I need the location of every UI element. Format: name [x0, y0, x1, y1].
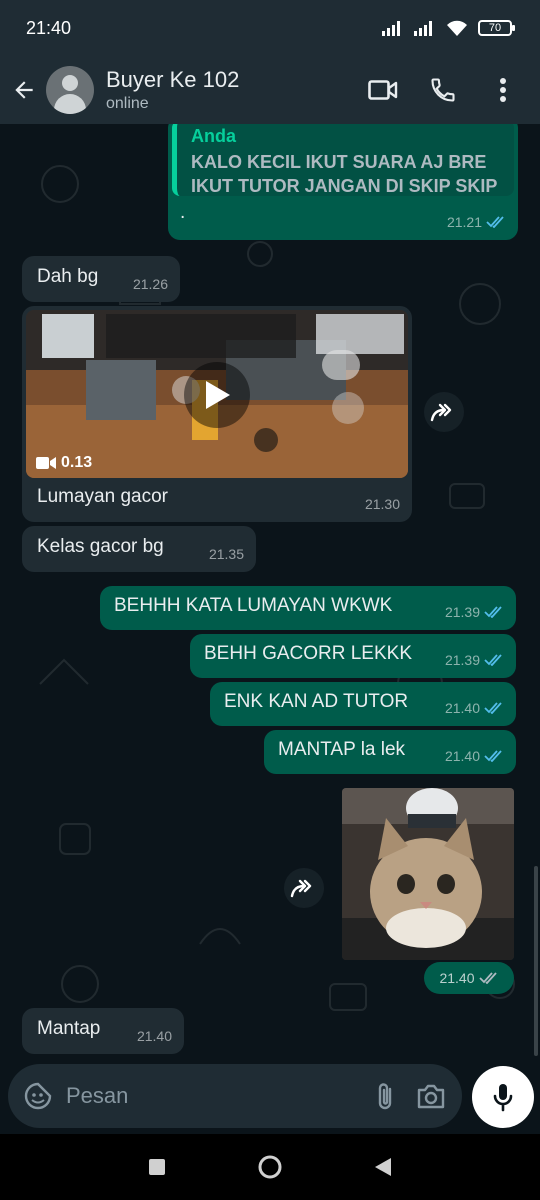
- message-incoming[interactable]: Kelas gacor bg 21.35: [22, 526, 256, 572]
- status-icons: 70: [382, 19, 515, 37]
- read-double-tick-icon: [484, 750, 502, 762]
- read-double-tick-icon: [484, 606, 502, 618]
- circle-icon: [258, 1155, 282, 1179]
- message-text: ENK KAN AD TUTOR: [224, 691, 409, 712]
- message-time: 21.39: [444, 652, 480, 668]
- back-nav-button[interactable]: [363, 1147, 403, 1187]
- forward-icon: [290, 879, 312, 898]
- message-text: BEHH GACORR LEKKK: [204, 643, 412, 664]
- message-time: 21.40: [444, 700, 480, 716]
- contact-name: Buyer Ke 102: [106, 67, 240, 92]
- forward-icon: [430, 403, 452, 422]
- message-input[interactable]: Pesan: [66, 1083, 362, 1109]
- video-duration: 0.13: [36, 454, 92, 472]
- message-time: 21.21: [446, 214, 482, 230]
- cat-photo: [342, 788, 514, 960]
- message-time: 21.30: [364, 496, 400, 512]
- back-button[interactable]: [2, 56, 46, 124]
- wifi-icon: [447, 20, 467, 36]
- message-time: 21.26: [132, 276, 168, 292]
- message-text: BEHHH KATA LUMAYAN WKWK: [114, 595, 393, 616]
- message-incoming-video[interactable]: 0.13 Lumayan gacor 21.30: [22, 306, 412, 522]
- sticker-icon: [24, 1082, 52, 1110]
- video-call-button[interactable]: [368, 75, 398, 105]
- message-time: 21.39: [444, 604, 480, 620]
- message-incoming[interactable]: Dah bg 21.26: [22, 256, 180, 302]
- message-incoming[interactable]: Mantap 21.40: [22, 1008, 184, 1054]
- input-bar: Pesan: [0, 1060, 540, 1134]
- video-thumbnail[interactable]: 0.13: [26, 310, 408, 478]
- message-time: 21.40: [444, 748, 480, 764]
- read-double-tick-icon: [486, 216, 504, 228]
- paperclip-icon: [378, 1083, 392, 1110]
- signal-icon-2: [414, 21, 432, 36]
- forward-button[interactable]: [284, 868, 324, 908]
- square-icon: [148, 1159, 165, 1175]
- message-outgoing[interactable]: BEHHH KATA LUMAYAN WKWK 21.39: [100, 586, 516, 630]
- contact-status: online: [106, 95, 149, 112]
- message-outgoing[interactable]: MANTAP la lek 21.40: [264, 730, 516, 774]
- forward-button[interactable]: [424, 392, 464, 432]
- image-timestamp: 21.40: [424, 962, 514, 994]
- home-button[interactable]: [250, 1147, 290, 1187]
- back-arrow-icon: [15, 81, 33, 99]
- message-outgoing[interactable]: ENK KAN AD TUTOR 21.40: [210, 682, 516, 726]
- video-camera-icon: [36, 457, 56, 469]
- system-navigation-bar: [0, 1134, 540, 1200]
- message-text: Dah bg: [37, 266, 99, 287]
- chat-scrollbar[interactable]: [534, 866, 538, 1056]
- message-meta: 21.21: [447, 214, 506, 230]
- message-text: Mantap: [37, 1018, 101, 1039]
- microphone-icon: [493, 1084, 513, 1112]
- recents-button[interactable]: [137, 1147, 177, 1187]
- quoted-message[interactable]: Anda KALO KECIL IKUT SUARA AJ BRE IKUT T…: [172, 124, 514, 196]
- message-outgoing-reply[interactable]: Anda KALO KECIL IKUT SUARA AJ BRE IKUT T…: [168, 124, 518, 240]
- triangle-back-icon: [375, 1158, 392, 1176]
- chat-header: Buyer Ke 102 online: [0, 56, 540, 124]
- sticker-button[interactable]: [10, 1068, 66, 1124]
- delivered-double-tick-icon: [478, 972, 497, 984]
- video-caption: Lumayan gacor: [37, 486, 168, 507]
- play-icon: [206, 381, 230, 409]
- contact-info[interactable]: Buyer Ke 102 online: [106, 67, 368, 113]
- avatar[interactable]: [46, 66, 94, 114]
- camera-icon: [417, 1084, 445, 1109]
- message-outgoing[interactable]: BEHH GACORR LEKKK 21.39: [190, 634, 516, 678]
- message-time: 21.40: [136, 1028, 172, 1044]
- signal-icon: [382, 21, 400, 36]
- image-message[interactable]: [342, 788, 514, 960]
- quoted-text: KALO KECIL IKUT SUARA AJ BRE IKUT TUTOR …: [191, 152, 498, 196]
- battery-icon: 70: [478, 20, 515, 36]
- play-button[interactable]: [184, 362, 250, 428]
- message-time: 21.40: [439, 970, 475, 986]
- voice-call-button[interactable]: [428, 75, 458, 105]
- camera-button[interactable]: [408, 1068, 454, 1124]
- quoted-author: Anda: [191, 126, 236, 146]
- status-bar: 21:40 70: [0, 0, 540, 56]
- phone-icon: [431, 78, 455, 102]
- voice-record-button[interactable]: [472, 1066, 534, 1128]
- video-camera-icon: [368, 80, 398, 100]
- read-double-tick-icon: [484, 654, 502, 666]
- read-double-tick-icon: [484, 702, 502, 714]
- message-text: .: [180, 202, 186, 223]
- more-options-button[interactable]: [488, 75, 518, 105]
- more-vertical-icon: [500, 78, 506, 102]
- attach-button[interactable]: [362, 1068, 408, 1124]
- message-text: MANTAP la lek: [278, 739, 406, 760]
- status-time: 21:40: [26, 17, 72, 38]
- message-text: Kelas gacor bg: [37, 536, 164, 557]
- message-time: 21.35: [208, 546, 244, 562]
- chat-area[interactable]: Anda KALO KECIL IKUT SUARA AJ BRE IKUT T…: [0, 124, 540, 1060]
- message-input-container: Pesan: [8, 1064, 462, 1128]
